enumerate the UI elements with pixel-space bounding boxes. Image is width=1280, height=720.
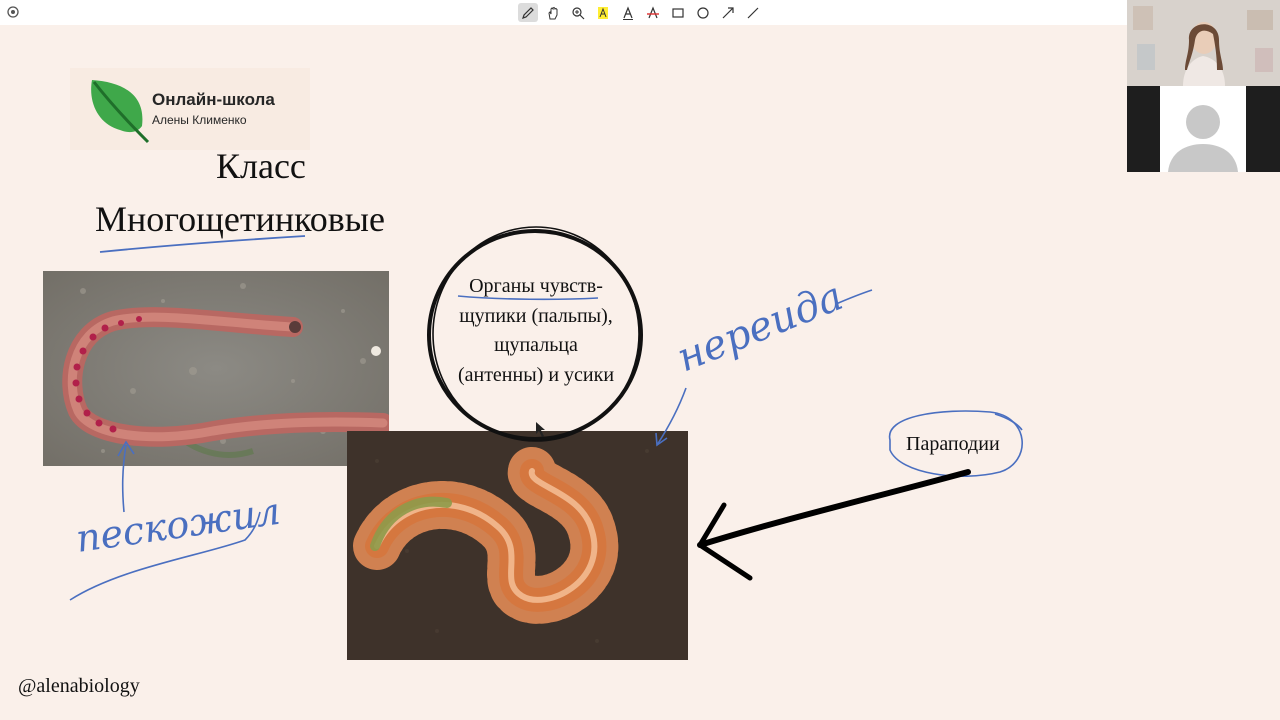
leaf-icon (91, 80, 150, 144)
organs-line-4: (антенны) и усики (457, 363, 615, 386)
sense-organs-text: Органы чувств- щупики (пальпы), щупальца… (432, 272, 640, 390)
strikethrough-a-icon[interactable] (643, 3, 663, 22)
participant-avatar[interactable] (1160, 86, 1246, 172)
slide-title-line1: Класс (216, 146, 306, 186)
presentation-slide: Онлайн-школа Алены Клименко Класс Многощ… (0, 25, 1280, 720)
parapodia-label: Параподии (906, 433, 1000, 455)
nereis-photo (347, 431, 688, 660)
organs-line-2: щупики (пальпы), (459, 304, 613, 327)
author-handle: @alenabiology (18, 675, 140, 697)
text-a-icon[interactable] (618, 3, 638, 22)
school-logo: Онлайн-школа Алены Клименко (70, 68, 310, 150)
organs-line-3: щупальца (494, 334, 578, 356)
logo-title: Онлайн-школа (152, 90, 275, 109)
video-call-panel (1127, 0, 1280, 172)
hand-icon[interactable] (543, 3, 563, 22)
highlighter-icon[interactable] (593, 3, 613, 22)
drawing-tools (518, 3, 763, 22)
slide-title-line2: Многощетинковые (95, 199, 385, 239)
presenter-video[interactable] (1127, 0, 1280, 86)
logo-subtitle: Алены Клименко (152, 113, 247, 127)
sandworm-photo (43, 271, 389, 466)
settings-icon[interactable] (5, 4, 21, 20)
rectangle-icon[interactable] (668, 3, 688, 22)
pen-icon[interactable] (518, 3, 538, 22)
organs-line-1: Органы чувств- (469, 275, 603, 297)
annotation-toolbar (0, 0, 1280, 26)
arrow-icon[interactable] (718, 3, 738, 22)
circle-icon[interactable] (693, 3, 713, 22)
magnifier-plus-icon[interactable] (568, 3, 588, 22)
line-icon[interactable] (743, 3, 763, 22)
